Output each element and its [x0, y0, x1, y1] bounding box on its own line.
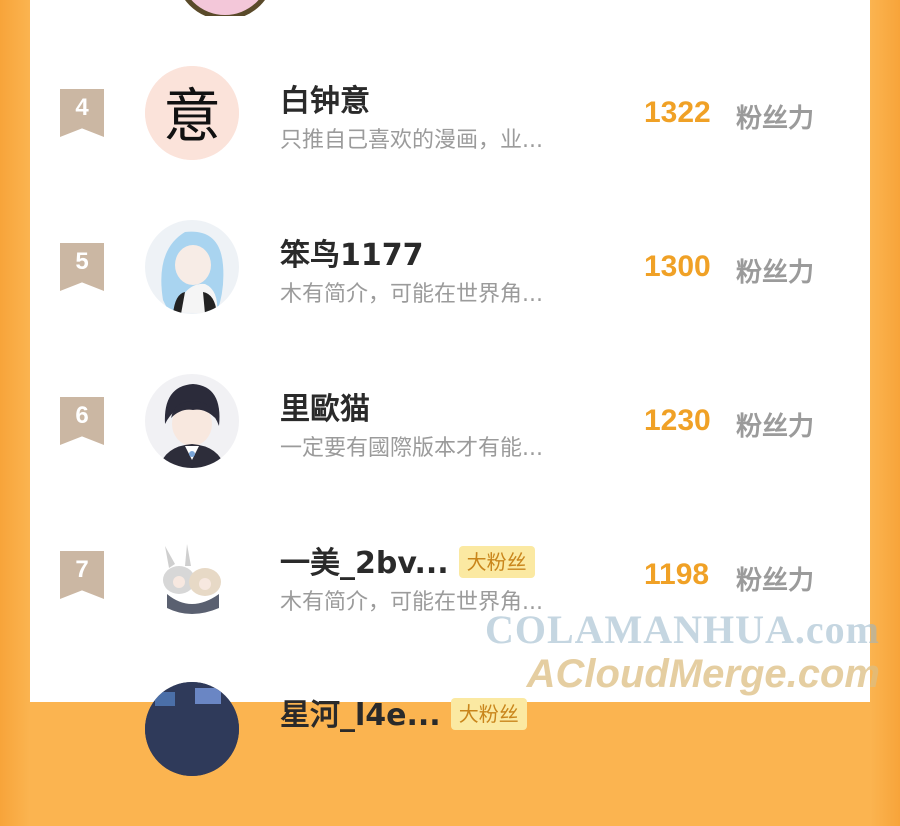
rank-badge: 5: [60, 243, 104, 291]
list-item[interactable]: 5 笨鸟1177 木有简介，可能在世界角... 1300 粉丝力: [30, 210, 870, 364]
list-item[interactable]: 6 里歐猫 一定要有國際版本才有能... 1230 粉丝力: [30, 364, 870, 518]
watermark-line-1: COLAMANHUA.com: [484, 607, 880, 652]
user-name[interactable]: 白钟意: [280, 76, 370, 120]
big-fan-badge: 大粉丝: [458, 546, 535, 578]
user-name[interactable]: 里歐猫: [280, 384, 370, 428]
fan-score-unit: 粉丝力: [736, 566, 815, 596]
user-name-text[interactable]: 星河_l4e...: [280, 698, 441, 733]
avatar-rank-3[interactable]: [175, 0, 275, 16]
calligraphy-avatar[interactable]: 意: [145, 66, 239, 160]
user-name[interactable]: 笨鸟1177: [280, 230, 424, 274]
fan-score: 1322: [644, 96, 711, 129]
watermark-line-2: ACloudMerge.com: [526, 652, 880, 696]
svg-text:意: 意: [163, 82, 221, 150]
anime-girl-avatar[interactable]: [145, 220, 239, 314]
fan-score-unit: 粉丝力: [736, 412, 815, 442]
fan-score: 1198: [644, 558, 710, 591]
fan-score: 1300: [644, 250, 711, 283]
user-bio: 只推自己喜欢的漫画，业...: [280, 128, 543, 153]
user-name-text[interactable]: 一美_2bv...: [280, 546, 449, 581]
photo-avatar[interactable]: [145, 682, 239, 776]
list-item[interactable]: 4 意 白钟意 只推自己喜欢的漫画，业... 1322 粉丝力: [30, 56, 870, 210]
ranking-card: 4 意 白钟意 只推自己喜欢的漫画，业... 1322 粉丝力 5 笨鸟1177…: [30, 0, 870, 776]
user-bio: 木有简介，可能在世界角...: [280, 282, 543, 307]
watermark: COLAMANHUA.com ACloudMerge.com: [484, 607, 880, 697]
user-name[interactable]: 一美_2bv... 大粉丝: [280, 538, 535, 582]
anime-boy-avatar[interactable]: [145, 374, 239, 468]
fan-score: 1230: [644, 404, 711, 437]
fan-score-unit: 粉丝力: [736, 104, 815, 134]
user-bio: 一定要有國際版本才有能...: [280, 436, 543, 461]
fan-score-unit: 粉丝力: [736, 258, 815, 288]
rank-badge: 6: [60, 397, 104, 445]
chibi-avatar[interactable]: [145, 528, 239, 622]
user-name[interactable]: 星河_l4e... 大粉丝: [280, 690, 527, 734]
rank-badge: 7: [60, 551, 104, 599]
big-fan-badge: 大粉丝: [450, 698, 527, 730]
rank-badge: 4: [60, 89, 104, 137]
